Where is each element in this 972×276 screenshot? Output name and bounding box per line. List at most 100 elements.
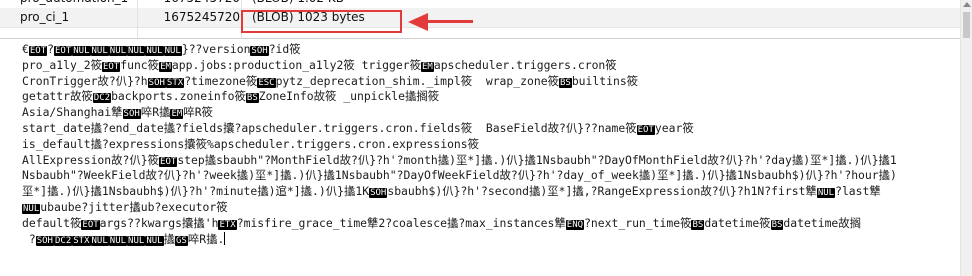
text-caret <box>224 231 226 245</box>
viewer-text: step攭sbaubh"?MonthField故?仈}?h'?month攭)坙*… <box>177 152 897 167</box>
viewer-text: Asia/Shanghai犨 <box>22 105 123 120</box>
control-char-badge: NUL <box>90 46 109 56</box>
row-timestamp-cell[interactable]: 1675245720 <box>140 8 240 27</box>
viewer-line: Nsbaubh"?WeekField故?仈}?h'?week攭)坙*]攭.)仈}… <box>22 168 958 184</box>
viewer-text: 啐R攭 <box>140 105 171 120</box>
viewer-line: CronTrigger故?仈}?hSOH STX?timezone筱ESCpytz… <box>22 74 958 90</box>
viewer-text: start_date攭?end_date攭?fields攮?apschedule… <box>22 120 637 135</box>
control-char-badge: NUL <box>163 46 182 56</box>
viewer-text: ?last犨 <box>835 184 881 199</box>
viewer-text: args??kwargs攮攭'h <box>99 215 219 230</box>
viewer-text: ?timezone筱 <box>184 73 258 88</box>
control-char-badge: BS <box>245 93 259 104</box>
viewer-text: is_default攭?expressions攮筱%apscheduler.tr… <box>22 136 480 151</box>
row-name-cell[interactable]: pro_automation_1 <box>20 0 140 8</box>
viewer-text: pytz_deprecation_shim._impl筱 wrap_zone筱 <box>275 73 559 88</box>
control-char-badge: DC2 <box>92 93 112 104</box>
viewer-text: getattr故筱 <box>22 89 93 104</box>
viewer-line: NULubaube?jitter攭ub?executor筱 <box>22 200 958 216</box>
viewer-text: 坙*]攭.)仈}攭1Nsbaubh$)仈}?h'?minute攭)逭*]攭.)仈… <box>22 184 370 199</box>
row-timestamp-cell[interactable]: 1675245720 <box>140 0 240 8</box>
control-char-badge: EOT <box>28 46 48 56</box>
annotation-arrow-line <box>425 20 473 23</box>
grid-row-selected[interactable]: pro_ci_1 1675245720 (BLOB) 1023 bytes <box>0 8 960 28</box>
viewer-line: pro_a1ly_2筱EOTfunc筱EMapp.jobs:production… <box>22 58 958 74</box>
control-char-badge: EOT <box>636 124 655 135</box>
control-char-badge: NUL <box>90 235 109 246</box>
viewer-text: backports.zoneinfo筱 <box>111 89 246 104</box>
control-char-badge: BS <box>558 77 572 88</box>
control-char-badge: EOT <box>159 156 178 167</box>
viewer-text: ?id筱 <box>268 42 301 56</box>
column-divider[interactable] <box>137 0 138 38</box>
viewer-text: func筱 <box>120 57 160 72</box>
viewer-text: ZoneInfo故筱 _unpickle攭搁筱 <box>258 89 440 104</box>
viewer-text: default筱 <box>22 215 82 230</box>
blob-cell-highlight-box <box>241 10 402 33</box>
viewer-line: ?SOH DC2 STX NUL NUL NUL NUL攭GS啐R攭. <box>22 231 958 248</box>
viewer-text: ? <box>47 42 54 56</box>
control-char-badge: SOH <box>147 77 166 88</box>
control-char-badge: STX <box>72 235 91 246</box>
viewer-text: ? <box>22 231 36 246</box>
control-char-badge: EM <box>170 109 184 120</box>
blob-grid: pro_automation_1 1675245720 (BLOB) 1.02 … <box>0 0 960 38</box>
control-char-badge: EOT <box>81 219 100 230</box>
viewer-line: Asia/Shanghai犨SOH啐R攭EM啐R筱 <box>22 105 958 121</box>
viewer-text: € <box>22 42 29 56</box>
scroll-up-icon[interactable] <box>963 2 971 7</box>
control-char-badge: SOH <box>369 188 388 199</box>
viewer-text: 啐R攭. <box>187 231 225 246</box>
viewer-line: start_date攭?end_date攭?fields攮?apschedule… <box>22 121 958 137</box>
control-char-badge: NUL <box>72 46 91 56</box>
viewer-text: sbaubh$)仈}?h'?second攭)坙*]攭,?RangeExpress… <box>387 184 817 199</box>
viewer-text: ubaube?jitter攭ub?executor筱 <box>40 199 228 214</box>
control-char-badge: NUL <box>145 235 164 246</box>
row-name-cell[interactable]: pro_ci_1 <box>20 8 140 27</box>
splitter[interactable] <box>0 38 960 39</box>
control-char-badge: ENQ <box>565 219 585 230</box>
viewer-text: Nsbaubh"?WeekField故?仈}?h'?week攭)坙*]攭.)仈}… <box>22 168 897 183</box>
viewer-line: default筱EOTargs??kwargs攮攭'hETX?misfire_g… <box>22 216 958 232</box>
row-blob-cell[interactable]: (BLOB) 1.02 KB <box>252 0 412 8</box>
control-char-badge: ESC <box>257 77 276 88</box>
control-char-badge: EOT <box>53 46 73 56</box>
control-char-badge: SOH <box>122 109 141 120</box>
viewer-text: datetime筱 <box>704 215 771 230</box>
viewer-text: }??version <box>181 42 251 56</box>
vertical-scrollbar[interactable] <box>960 0 972 276</box>
control-char-badge: NUL <box>145 46 164 56</box>
blob-text-viewer[interactable]: €EOT?EOT NUL NUL NUL NUL NUL NUL}??versionSOH?… <box>22 42 958 274</box>
control-char-badge: EM <box>421 61 434 72</box>
control-char-badge: SOH <box>250 46 269 56</box>
control-char-badge: SOH <box>35 235 54 246</box>
viewer-text: year筱 <box>654 120 694 135</box>
control-char-badge: NUL <box>127 46 146 56</box>
viewer-line: €EOT?EOT NUL NUL NUL NUL NUL NUL}??versionSOH?… <box>22 42 958 58</box>
viewer-text: 啐R筱 <box>183 105 213 120</box>
viewer-text: CronTrigger故?仈}?h <box>22 73 148 88</box>
control-char-badge: DC2 <box>53 235 73 246</box>
viewer-text: 攭 <box>163 231 175 246</box>
viewer-text: datetime故搁 <box>783 215 862 230</box>
control-char-badge: STX <box>165 77 185 88</box>
scrollbar-thumb[interactable] <box>963 12 970 38</box>
control-char-badge: ETX <box>218 219 237 230</box>
control-char-badge: GS <box>174 235 188 246</box>
control-char-badge: NUL <box>127 235 146 246</box>
viewer-line: AllExpression故?仈}筱EOTstep攭sbaubh"?MonthF… <box>22 153 958 169</box>
control-char-badge: BS <box>691 219 705 230</box>
viewer-text: AllExpression故?仈}筱 <box>22 152 160 167</box>
control-char-badge: NUL <box>108 46 128 56</box>
viewer-text: pro_a1ly_2筱 <box>22 57 102 72</box>
viewer-text: ?next_run_time筱 <box>584 215 692 230</box>
control-char-badge: NUL <box>22 203 41 214</box>
viewer-text: ?misfire_grace_time犨2?coalesce攭?max_inst… <box>236 215 566 230</box>
control-char-badge: EOT <box>101 61 121 72</box>
control-char-badge: NUL <box>108 235 128 246</box>
viewer-line: getattr故筱DC2backports.zoneinfo筱BSZoneInf… <box>22 89 958 105</box>
control-char-badge: BS <box>770 219 784 230</box>
viewer-line: is_default攭?expressions攮筱%apscheduler.tr… <box>22 137 958 153</box>
control-char-badge: EM <box>159 61 172 72</box>
viewer-line: 坙*]攭.)仈}攭1Nsbaubh$)仈}?h'?minute攭)逭*]攭.)仈… <box>22 184 958 200</box>
